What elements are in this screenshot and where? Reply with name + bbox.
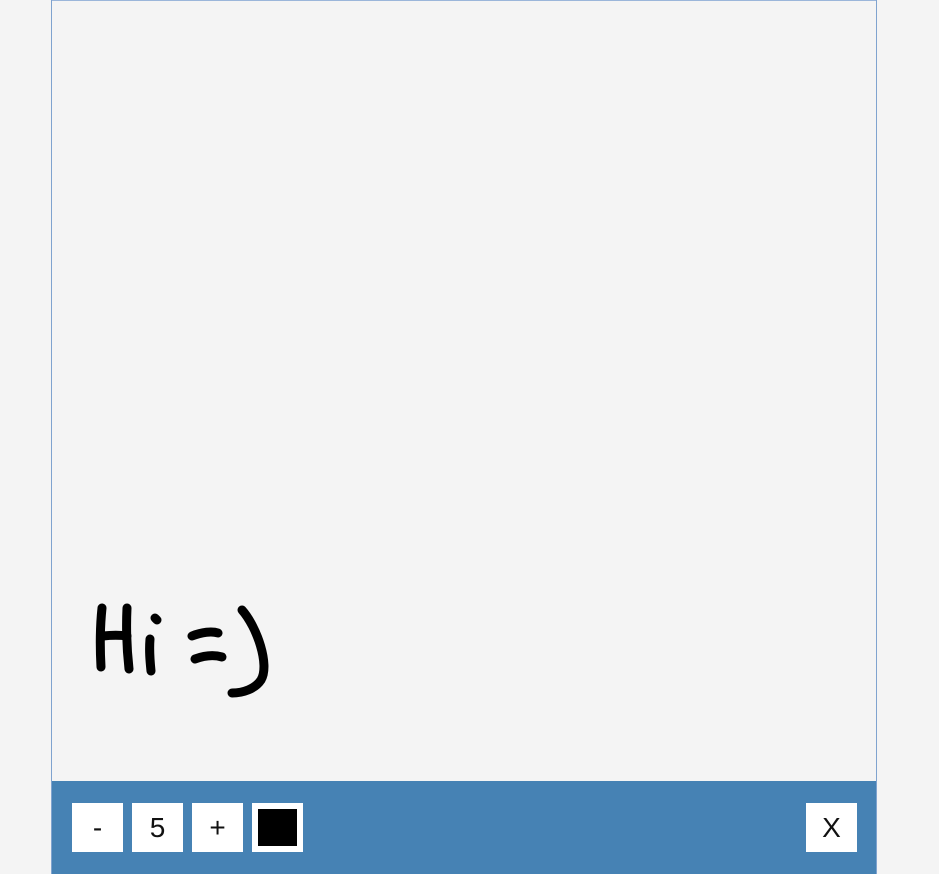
toolbar: - 5 + X xyxy=(52,781,876,874)
stroke-paren xyxy=(227,605,269,698)
close-button[interactable]: X xyxy=(806,803,857,852)
drawing-widget: - 5 + X xyxy=(51,0,877,874)
stroke-i-stem xyxy=(145,634,156,676)
color-picker-button[interactable] xyxy=(252,803,303,852)
stroke-equals-bottom xyxy=(190,651,227,664)
stroke-equals-top xyxy=(187,627,223,641)
brush-size-value: 5 xyxy=(132,803,183,852)
increase-size-button[interactable]: + xyxy=(192,803,243,852)
stroke-h-bar xyxy=(98,630,132,641)
decrease-size-button[interactable]: - xyxy=(72,803,123,852)
drawing-canvas[interactable] xyxy=(52,0,876,781)
handwritten-drawing xyxy=(95,603,269,698)
stroke-i-dot xyxy=(150,613,162,625)
color-swatch xyxy=(258,809,297,846)
